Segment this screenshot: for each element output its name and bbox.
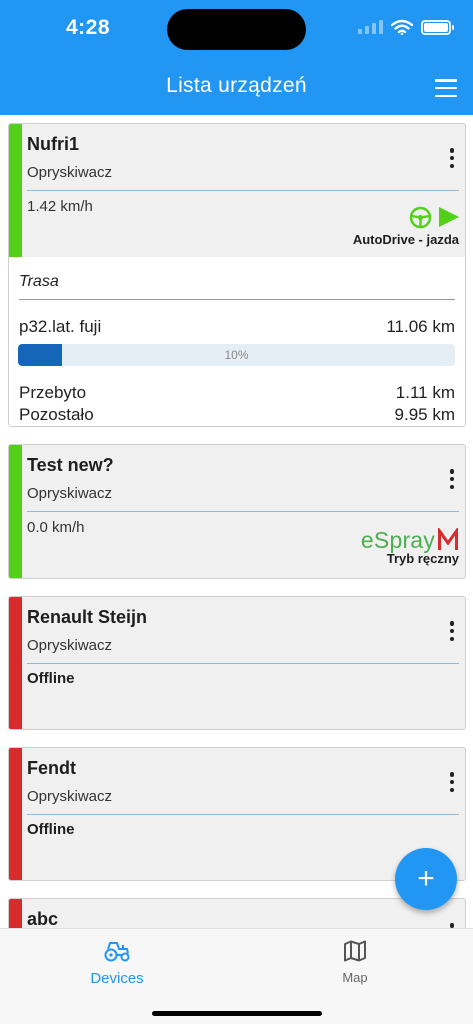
route-progress-bar: 10% bbox=[18, 344, 455, 366]
traveled-value: 1.11 km bbox=[395, 383, 455, 402]
more-options-icon[interactable] bbox=[449, 469, 455, 489]
steering-wheel-icon bbox=[409, 206, 432, 229]
play-icon bbox=[439, 207, 459, 227]
status-icons bbox=[358, 19, 454, 35]
espray-logo-text: eSpray bbox=[360, 527, 435, 553]
status-time: 4:28 bbox=[66, 16, 111, 39]
offline-status: Offline bbox=[27, 670, 75, 687]
tab-devices[interactable]: Devices bbox=[57, 939, 177, 987]
device-name: Renault Steijn bbox=[27, 607, 148, 627]
device-card-abc[interactable]: abc bbox=[8, 898, 466, 928]
signal-icon bbox=[358, 20, 383, 34]
device-name: Nufri1 bbox=[27, 134, 80, 154]
offline-status: Offline bbox=[27, 821, 75, 838]
device-name: abc bbox=[27, 909, 59, 928]
divider bbox=[27, 814, 459, 815]
manual-mode-m-icon bbox=[438, 528, 458, 550]
divider bbox=[27, 663, 459, 664]
remaining-label: Pozostało bbox=[19, 405, 94, 424]
remaining-value: 9.95 km bbox=[394, 405, 455, 424]
device-speed: 1.42 km/h bbox=[27, 198, 93, 215]
drive-mode-label: Tryb ręczny bbox=[386, 551, 459, 566]
tab-map[interactable]: Map bbox=[295, 939, 415, 985]
traveled-label: Przebyto bbox=[19, 383, 87, 402]
page-title: Lista urządzeń bbox=[166, 74, 307, 97]
drive-mode-label: AutoDrive - jazda bbox=[352, 232, 459, 247]
route-section: Trasa p32.lat. fuji 11.06 km 10% Przebyt… bbox=[9, 257, 465, 426]
more-options-icon[interactable] bbox=[449, 621, 455, 641]
route-name: p32.lat. fuji bbox=[19, 317, 102, 336]
more-options-icon[interactable] bbox=[449, 148, 455, 168]
status-stripe bbox=[9, 445, 22, 578]
route-row: p32.lat. fuji 11.06 km bbox=[19, 317, 455, 337]
device-list[interactable]: Nufri1 Opryskiwacz 1.42 km/h AutoDrive -… bbox=[0, 115, 473, 928]
traveled-row: Przebyto 1.11 km bbox=[19, 383, 455, 403]
route-total: 11.06 km bbox=[386, 317, 455, 336]
hamburger-menu-icon[interactable] bbox=[435, 79, 457, 97]
home-indicator bbox=[152, 1011, 322, 1016]
divider bbox=[27, 511, 459, 512]
status-stripe bbox=[9, 899, 22, 928]
tractor-icon bbox=[104, 942, 130, 962]
route-progress-label: 10% bbox=[224, 348, 249, 362]
device-name: Fendt bbox=[27, 758, 76, 778]
app-bar: Lista urządzeń bbox=[0, 60, 473, 115]
status-stripe bbox=[9, 124, 22, 257]
device-card-test-new[interactable]: Test new? Opryskiwacz 0.0 km/h eSpray Tr… bbox=[8, 444, 466, 579]
device-card-nufri1[interactable]: Nufri1 Opryskiwacz 1.42 km/h AutoDrive -… bbox=[8, 123, 466, 427]
more-options-icon[interactable] bbox=[449, 772, 455, 792]
tab-map-label: Map bbox=[342, 970, 368, 985]
map-icon bbox=[344, 940, 366, 962]
device-speed: 0.0 km/h bbox=[27, 519, 85, 536]
device-type: Opryskiwacz bbox=[27, 485, 113, 502]
device-card-fendt[interactable]: Fendt Opryskiwacz Offline bbox=[8, 747, 466, 881]
device-card-renault-steijn[interactable]: Renault Steijn Opryskiwacz Offline bbox=[8, 596, 466, 730]
status-bar: 4:28 bbox=[0, 0, 473, 60]
device-name: Test new? bbox=[27, 455, 114, 475]
bottom-tab-bar: Devices Map bbox=[0, 928, 473, 1024]
device-type: Opryskiwacz bbox=[27, 637, 113, 654]
wifi-icon bbox=[391, 19, 413, 35]
battery-icon bbox=[421, 19, 454, 35]
tab-devices-label: Devices bbox=[90, 970, 144, 987]
status-stripe bbox=[9, 597, 22, 729]
divider bbox=[27, 190, 459, 191]
device-type: Opryskiwacz bbox=[27, 164, 113, 181]
dynamic-island bbox=[167, 9, 306, 50]
espray-logo: eSpray bbox=[361, 527, 459, 554]
route-title: Trasa bbox=[19, 273, 59, 290]
device-type: Opryskiwacz bbox=[27, 788, 113, 805]
add-device-button[interactable]: + bbox=[395, 848, 457, 910]
remaining-row: Pozostało 9.95 km bbox=[19, 405, 455, 425]
status-stripe bbox=[9, 748, 22, 880]
route-divider bbox=[19, 299, 455, 300]
